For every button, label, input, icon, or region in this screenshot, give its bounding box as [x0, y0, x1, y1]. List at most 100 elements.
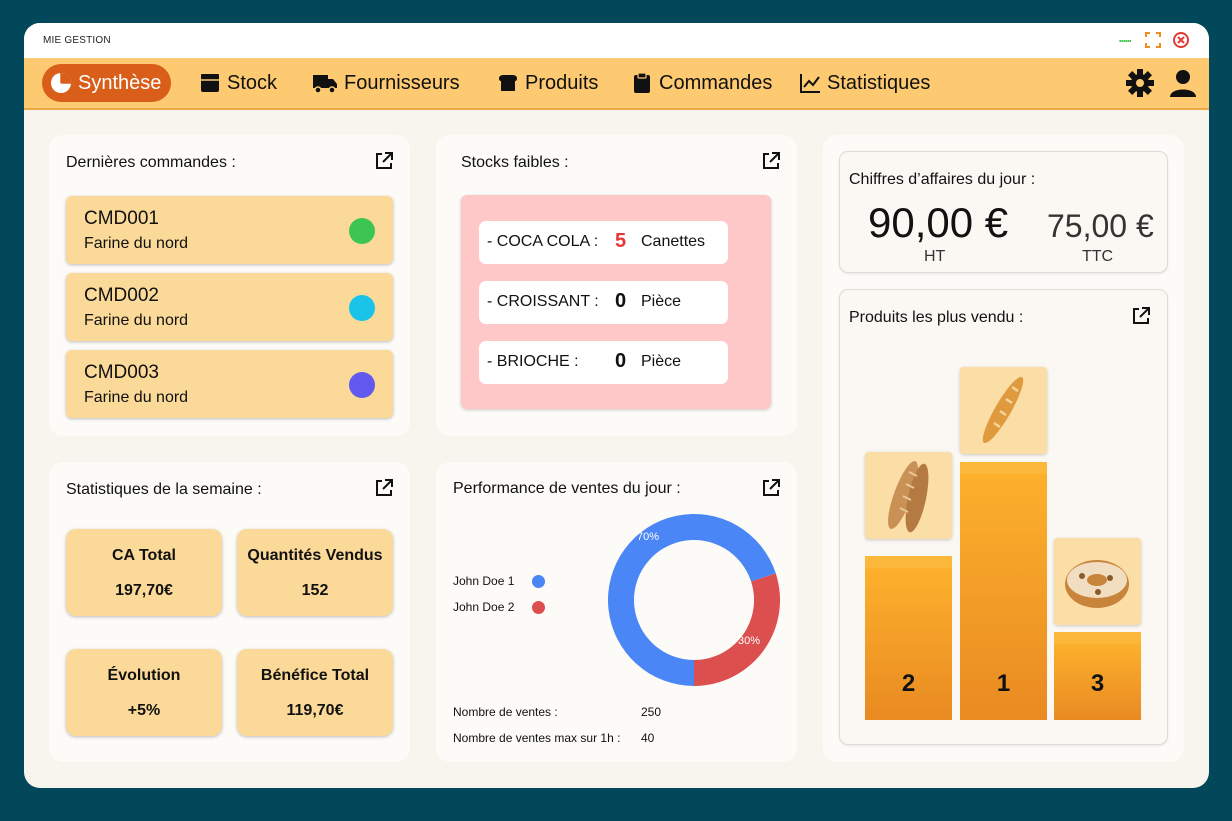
nav-tab-statistiques[interactable]: Statistiques [789, 64, 940, 102]
product-image-baguettes [865, 452, 952, 539]
maximize-icon[interactable] [1144, 31, 1162, 49]
settings-gear-icon[interactable] [1125, 68, 1155, 98]
external-link-icon[interactable] [374, 478, 394, 498]
product-image-paris-brest [1054, 538, 1141, 625]
order-status-dot [349, 372, 375, 398]
stat-label: Quantités Vendus [247, 547, 383, 564]
stat-value: +5% [127, 702, 161, 719]
nav-tab-label: Fournisseurs [344, 71, 460, 94]
podium-rank-label: 3 [1090, 670, 1105, 697]
stat-label: Bénéfice Total [260, 667, 370, 684]
card-title: Produits les plus vendu : [849, 309, 1024, 326]
nav-tab-produits[interactable]: Produits [487, 64, 608, 102]
low-stock-list: - COCA COLA : 5 Canettes - CROISSANT : 0… [461, 195, 771, 409]
revenue-ht-label: HT [924, 248, 946, 265]
order-code: CMD002 [84, 285, 159, 306]
top-products-panel: Produits les plus vendu : 2 1 3 [840, 290, 1167, 744]
podium-rank-3: 3 [1054, 644, 1141, 720]
order-supplier: Farine du nord [84, 389, 189, 406]
stat-label: Évolution [107, 667, 181, 684]
title-bar: MIE GESTION [24, 23, 1209, 58]
stat-evolution: Évolution +5% [66, 649, 222, 736]
nav-tab-label: Stock [227, 71, 278, 94]
order-item[interactable]: CMD002 Farine du nord [66, 273, 393, 341]
stock-item[interactable]: - CROISSANT : 0 Pièce [479, 281, 728, 324]
order-code: CMD001 [84, 208, 159, 229]
order-item[interactable]: CMD001 Farine du nord [66, 196, 393, 264]
pie-chart-icon [51, 73, 71, 93]
stock-item[interactable]: - BRIOCHE : 0 Pièce [479, 341, 728, 384]
stat-value: 197,70€ [115, 582, 173, 599]
nav-tab-label: Statistiques [827, 71, 931, 94]
order-code: CMD003 [84, 362, 159, 383]
line-chart-icon [800, 74, 820, 93]
user-profile-icon[interactable] [1168, 68, 1198, 98]
card-title: Dernières commandes : [66, 154, 236, 171]
legend-dot [532, 575, 545, 588]
card-title: Performance de ventes du jour : [453, 480, 681, 497]
order-supplier: Farine du nord [84, 312, 189, 329]
nav-tab-label: Synthèse [78, 71, 162, 94]
stat-label: CA Total [112, 547, 176, 564]
order-item[interactable]: CMD003 Farine du nord [66, 350, 393, 418]
close-icon[interactable] [1172, 31, 1190, 49]
right-panel-card: Chiffres d’affaires du jour : 90,00 € HT… [823, 135, 1184, 762]
legend-label: John Doe 2 [453, 600, 515, 614]
nav-tab-fournisseurs[interactable]: Fournisseurs [302, 64, 470, 102]
card-title: Stocks faibles : [461, 154, 569, 171]
podium-rank-label: 1 [996, 670, 1011, 697]
legend-item: John Doe 2 [453, 600, 514, 614]
podium-rank-2: 2 [865, 568, 952, 720]
external-link-icon[interactable] [374, 151, 394, 171]
nav-tab-stock[interactable]: Stock [189, 64, 287, 102]
baguette-icon [982, 376, 1024, 444]
stock-item-unit: Canettes [641, 233, 706, 250]
low-stock-card: Stocks faibles : - COCA COLA : 5 Canette… [436, 135, 797, 436]
product-image-baguette [960, 367, 1047, 454]
minimize-icon[interactable] [1116, 31, 1134, 49]
stat-value: 119,70€ [286, 702, 344, 719]
card-title: Statistiques de la semaine : [66, 481, 262, 498]
recent-orders-card: Dernières commandes : CMD001 Farine du n… [49, 135, 410, 436]
donut-slice-label: 70% [637, 531, 659, 543]
sales-count-label: Nombre de ventes : [453, 705, 558, 719]
external-link-icon[interactable] [761, 478, 781, 498]
card-title: Chiffres d’affaires du jour : [849, 171, 1036, 188]
revenue-ttc-label: TTC [1082, 248, 1114, 265]
max-sales-value: 40 [641, 731, 655, 745]
stat-benefit: Bénéfice Total 119,70€ [237, 649, 393, 736]
stock-item-name: - COCA COLA : [487, 233, 599, 250]
max-sales-label: Nombre de ventes max sur 1h : [453, 731, 621, 745]
external-link-icon[interactable] [761, 151, 781, 171]
nav-tab-commandes[interactable]: Commandes [621, 64, 782, 102]
nav-tab-label: Commandes [659, 71, 773, 94]
donut-slice-label: 30% [738, 635, 760, 647]
sales-count-value: 250 [641, 705, 662, 719]
stock-item-name: - BRIOCHE : [487, 353, 579, 370]
stat-quantities: Quantités Vendus 152 [237, 529, 393, 616]
stock-item-qty: 5 [615, 230, 627, 252]
pastry-icon [1065, 560, 1129, 608]
order-supplier: Farine du nord [84, 235, 189, 252]
sales-donut-chart: 70% 30% [608, 514, 780, 686]
nav-tab-synthese[interactable]: Synthèse [42, 64, 172, 102]
stock-item[interactable]: - COCA COLA : 5 Canettes [479, 221, 728, 264]
stock-item-unit: Pièce [641, 293, 682, 310]
sales-performance-card: Performance de ventes du jour : John Doe… [436, 462, 797, 762]
revenue-ht-value: 90,00 € [868, 199, 1009, 246]
external-link-icon[interactable] [1131, 306, 1151, 326]
weekly-stats-card: Statistiques de la semaine : CA Total 19… [49, 462, 410, 762]
main-navbar: Synthèse Stock Fournisseurs Produits Com… [24, 58, 1209, 110]
box-icon [201, 74, 219, 92]
bread-icon [498, 75, 518, 91]
daily-revenue-panel: Chiffres d’affaires du jour : 90,00 € HT… [840, 152, 1167, 272]
podium-rank-1: 1 [960, 474, 1047, 720]
stock-item-qty: 0 [615, 290, 627, 312]
stat-value: 152 [301, 582, 329, 599]
stock-item-qty: 0 [615, 350, 627, 372]
podium-rank-label: 2 [901, 670, 916, 697]
stock-item-unit: Pièce [641, 353, 682, 370]
nav-tab-label: Produits [525, 71, 599, 94]
clipboard-icon [634, 72, 650, 93]
order-status-dot [349, 218, 375, 244]
